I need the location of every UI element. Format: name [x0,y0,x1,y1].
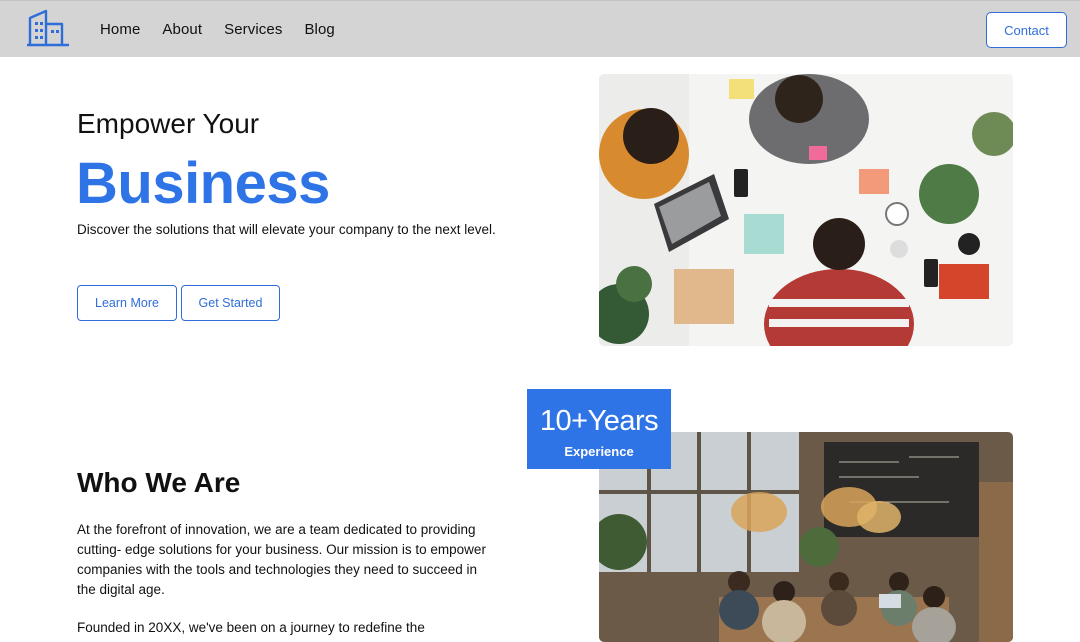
navbar: Home About Services Blog Contact [0,0,1080,57]
learn-more-button[interactable]: Learn More [77,285,177,321]
about-title: Who We Are [77,467,241,498]
building-icon[interactable] [26,8,70,48]
nav-links: Home About Services Blog [100,21,357,38]
contact-button[interactable]: Contact [986,12,1067,48]
hero-title: Business [76,151,330,216]
hero-kicker: Empower Your [77,108,260,139]
years-number: 10+Years [539,405,659,437]
hero-description: Discover the solutions that will elevate… [77,222,496,237]
nav-link-about[interactable]: About [162,21,202,38]
about-paragraph-2: Founded in 20XX, we've been on a journey… [77,620,425,635]
years-label: Experience [564,444,634,459]
nav-link-home[interactable]: Home [100,21,140,38]
nav-link-services[interactable]: Services [224,21,282,38]
get-started-button[interactable]: Get Started [181,285,280,321]
experience-badge: 10+Years Experience [527,389,671,469]
about-paragraph-1: At the forefront of innovation, we are a… [77,522,486,597]
team-meeting-photo [599,74,1013,346]
nav-link-blog[interactable]: Blog [304,21,334,38]
